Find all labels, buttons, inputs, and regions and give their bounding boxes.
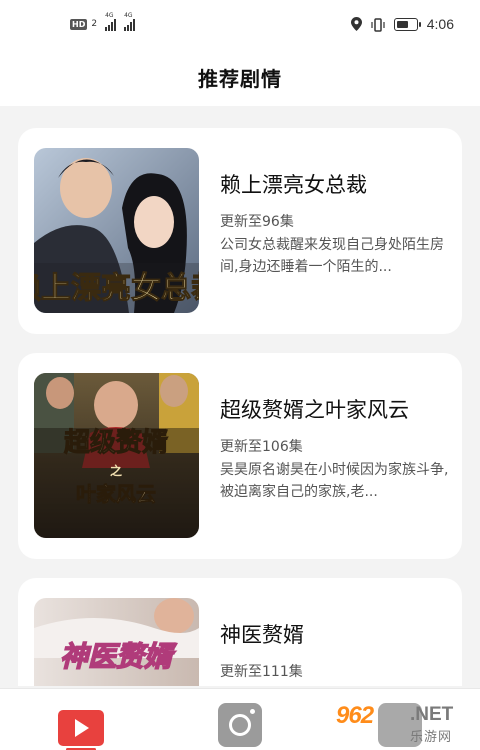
drama-card[interactable]: 超级赘婿 之 叶家风云 超级赘婿之叶家风云 更新至106集 吴昊原名谢昊在小时候… [18,353,462,559]
page-title: 推荐剧情 [198,67,282,91]
drama-info: 赖上漂亮女总裁 更新至96集 公司女总裁醒来发现自己身处陌生房间,身边还睡着一个… [220,170,450,278]
poster-title-text: 超级赘婿 [64,427,168,458]
drama-description: 公司女总裁醒来发现自己身处陌生房间,身边还睡着一个陌生的... [220,237,444,275]
status-right: 4:06 [350,16,454,32]
watermark-logo: 962 [336,702,374,729]
sim-number: 2 [91,19,98,29]
battery-fill [396,20,408,28]
network-type-label-2: 4G [124,12,133,19]
drama-info: 超级赘婿之叶家风云 更新至106集 吴昊原名谢昊在小时候因为家族斗争,被迫离家自… [220,395,450,503]
play-video-icon[interactable] [58,710,104,750]
status-bar: HD 2 4G 4G 4:06 [0,0,480,52]
drama-episodes: 更新至111集 [220,664,303,680]
drama-card[interactable]: 赖上漂亮女总裁 赖上漂亮女总裁 更新至96集 公司女总裁醒来发现自己身处陌生房间… [18,128,462,334]
drama-poster[interactable]: 超级赘婿 之 叶家风云 [34,373,199,538]
signal-icon: 4G [105,12,117,31]
drama-poster[interactable]: 赖上漂亮女总裁 [34,148,199,313]
drama-card[interactable]: 神医赘婿 神医赘婿 更新至111集 [18,578,462,686]
drama-episodes: 更新至96集 [220,214,294,230]
watermark-net: .NET [410,704,454,725]
poster-title-text: 神医赘婿 [60,640,177,673]
drama-list[interactable]: 赖上漂亮女总裁 赖上漂亮女总裁 更新至96集 公司女总裁醒来发现自己身处陌生房间… [0,106,480,686]
tab-camera[interactable] [216,701,264,749]
drama-poster[interactable]: 神医赘婿 [34,598,199,686]
poster-title-text: 赖上漂亮女总裁 [34,271,199,306]
location-icon [350,17,362,31]
vibrate-icon [371,17,385,32]
tab-recommended[interactable] [57,701,105,750]
title-bar: 推荐剧情 [0,52,480,106]
watermark-subtitle: 乐游网 [410,730,453,745]
drama-description: 吴昊原名谢昊在小时候因为家族斗争,被迫离家自己的家族,老... [220,462,449,500]
signal-icon-2: 4G [124,12,136,31]
drama-title[interactable]: 神医赘婿 [220,620,450,650]
battery-icon [393,17,421,31]
hd-badge: HD [70,18,88,30]
poster-subtitle-joiner: 之 [110,463,122,478]
poster-subtitle-text: 叶家风云 [76,482,156,506]
status-left: HD 2 4G 4G [70,12,136,31]
drama-info: 神医赘婿 更新至111集 [220,620,450,684]
site-watermark: 962 .NET 乐游网 [336,698,476,746]
status-time: 4:06 [426,16,454,32]
drama-title[interactable]: 赖上漂亮女总裁 [220,170,450,200]
network-type-label: 4G [105,12,114,19]
drama-title[interactable]: 超级赘婿之叶家风云 [220,395,450,425]
camera-icon[interactable] [218,703,262,747]
drama-episodes: 更新至106集 [220,439,303,455]
